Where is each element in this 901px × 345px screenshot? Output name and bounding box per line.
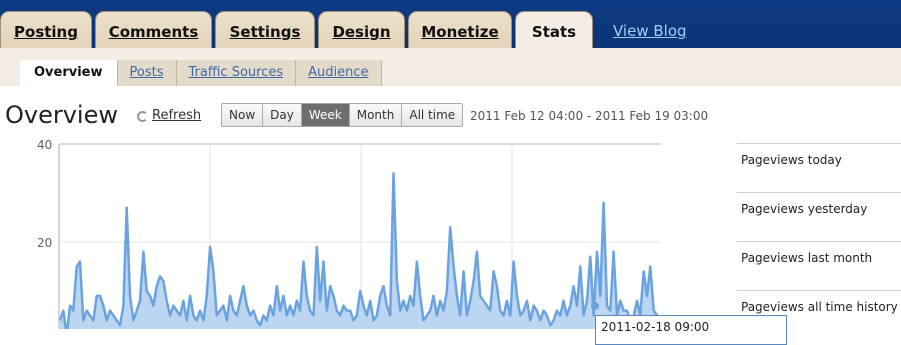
y-tick-label: 40 (37, 138, 52, 152)
subtab-audience[interactable]: Audience (296, 60, 382, 86)
subtab-traffic-sources[interactable]: Traffic Sources (177, 60, 297, 86)
refresh-icon[interactable] (137, 111, 148, 122)
tab-design[interactable]: Design (318, 11, 405, 48)
time-range-selector: Now Day Week Month All time (221, 103, 464, 127)
pageviews-last-month: Pageviews last month (737, 241, 901, 290)
tab-settings[interactable]: Settings (215, 11, 315, 48)
range-week-button[interactable]: Week (301, 104, 350, 126)
pageviews-chart: 40 20 (37, 138, 661, 329)
hover-marker[interactable] (591, 302, 599, 310)
tab-posting[interactable]: Posting (0, 11, 92, 48)
stats-summary: Pageviews today Pageviews yesterday Page… (737, 143, 901, 339)
range-month-button[interactable]: Month (350, 104, 403, 126)
sub-nav: Overview Posts Traffic Sources Audience (20, 60, 382, 86)
y-tick-label: 20 (37, 236, 52, 250)
subtab-posts[interactable]: Posts (118, 60, 177, 86)
pageviews-yesterday: Pageviews yesterday (737, 192, 901, 241)
chart-tooltip: 2011-02-18 09:00 (595, 315, 787, 345)
range-now-button[interactable]: Now (222, 104, 264, 126)
range-day-button[interactable]: Day (263, 104, 302, 126)
view-blog-link[interactable]: View Blog (613, 22, 687, 40)
date-range-label: 2011 Feb 12 04:00 - 2011 Feb 19 03:00 (470, 109, 709, 123)
sub-nav-bar: Overview Posts Traffic Sources Audience (0, 48, 901, 86)
subtab-overview[interactable]: Overview (20, 60, 118, 86)
tab-stats[interactable]: Stats (515, 11, 593, 49)
pageviews-today: Pageviews today (737, 143, 901, 192)
page-title: Overview (5, 101, 118, 129)
tab-monetize[interactable]: Monetize (408, 11, 512, 48)
range-all-time-button[interactable]: All time (402, 104, 462, 126)
refresh-link[interactable]: Refresh (152, 108, 201, 123)
tab-comments[interactable]: Comments (95, 11, 212, 48)
